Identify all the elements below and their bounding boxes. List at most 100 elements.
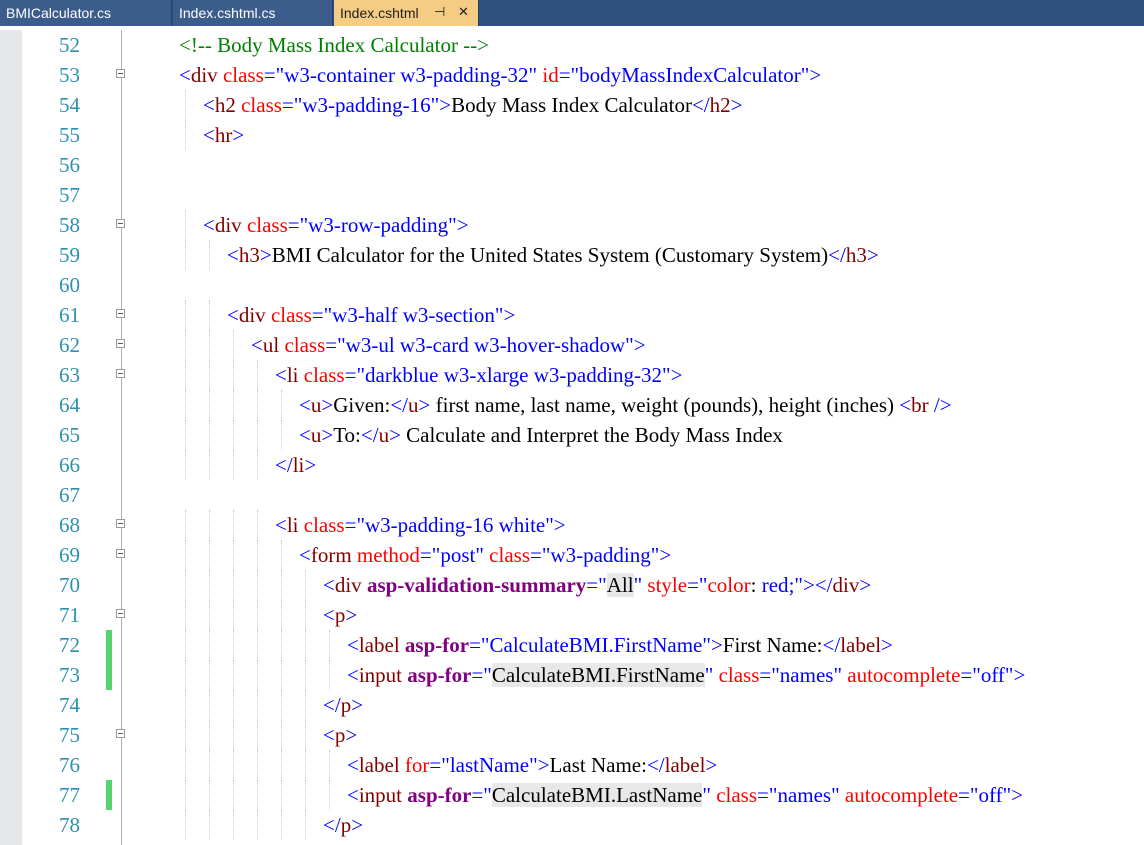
code-token: > <box>439 93 452 117</box>
code-token: < <box>323 723 335 747</box>
code-text: <form method="post" class="w3-padding"> <box>299 540 671 570</box>
code-token: First Name: <box>722 633 823 657</box>
code-line[interactable]: 76 <label for="lastName">Last Name:</labe… <box>0 750 1144 780</box>
collapse-icon[interactable] <box>116 369 125 378</box>
tab-bmicalculator-cs[interactable]: BMICalculator.cs <box>0 0 172 26</box>
code-line[interactable]: 58 <div class="w3-row-padding"> <box>0 210 1144 240</box>
line-number: 68 <box>59 513 80 537</box>
code-line[interactable]: 56 <box>0 150 1144 180</box>
code-token: = <box>281 93 294 117</box>
indent-guide <box>185 390 186 420</box>
code-line[interactable]: 74 </p> <box>0 690 1144 720</box>
code-token: > <box>633 333 646 357</box>
line-number: 71 <box>59 603 80 627</box>
code-token: < <box>203 123 215 147</box>
code-line[interactable]: 65 <u>To:</u> Calculate and Interpret the… <box>0 420 1144 450</box>
code-line[interactable]: 54 <h2 class="w3-padding-16">Body Mass In… <box>0 90 1144 120</box>
code-line[interactable]: 55 <hr> <box>0 120 1144 150</box>
code-token: "post" <box>431 543 484 567</box>
code-line[interactable]: 62 <ul class="w3-ul w3-card w3-hover-shad… <box>0 330 1144 360</box>
code-token: form <box>310 543 352 567</box>
code-line[interactable]: 59 <h3>BMI Calculator for the United Stat… <box>0 240 1144 270</box>
code-token: "w3-padding-16" <box>293 93 440 117</box>
collapse-icon[interactable] <box>116 339 125 348</box>
code-line[interactable]: 53 <div class="w3-container w3-padding-32… <box>0 60 1144 90</box>
code-editor[interactable]: 52 <!-- Body Mass Index Calculator --> 53 <… <box>0 30 1144 845</box>
code-line[interactable]: 57 <box>0 180 1144 210</box>
collapse-icon[interactable] <box>116 309 125 318</box>
close-icon[interactable]: ✕ <box>458 0 469 26</box>
code-token: " <box>633 573 643 597</box>
code-line[interactable]: 71 <p> <box>0 600 1144 630</box>
code-line[interactable]: 70 <div asp-validation-summary="All" styl… <box>0 570 1144 600</box>
collapse-icon[interactable] <box>116 519 125 528</box>
collapse-icon[interactable] <box>116 609 125 618</box>
indent-guide <box>281 660 282 690</box>
collapse-icon[interactable] <box>116 69 125 78</box>
code-line[interactable]: 67 <box>0 480 1144 510</box>
indent-guide <box>257 390 258 420</box>
line-number: 60 <box>59 273 80 297</box>
code-token: asp-validation-summary <box>366 573 587 597</box>
code-token: li <box>286 513 299 537</box>
indent-guide <box>305 600 306 630</box>
line-number: 77 <box>59 783 80 807</box>
code-line[interactable]: 78 </p> <box>0 810 1144 840</box>
code-token: > <box>866 243 879 267</box>
code-line[interactable]: 73 <input asp-for="CalculateBMI.FirstName… <box>0 660 1144 690</box>
code-token: </ <box>323 813 341 837</box>
code-text: <ul class="w3-ul w3-card w3-hover-shadow… <box>251 330 646 360</box>
code-token: " <box>483 783 492 807</box>
code-line[interactable]: 60 <box>0 270 1144 300</box>
code-token: > <box>321 393 334 417</box>
code-token: > <box>670 363 683 387</box>
line-number: 73 <box>59 663 80 687</box>
line-number: 57 <box>59 183 80 207</box>
indent-guide <box>233 600 234 630</box>
code-line[interactable]: 66 </li> <box>0 450 1144 480</box>
line-number: 63 <box>59 363 80 387</box>
collapse-icon[interactable] <box>116 219 125 228</box>
line-number: 69 <box>59 543 80 567</box>
code-token: div <box>190 63 218 87</box>
code-token: u <box>310 393 322 417</box>
line-number: 72 <box>59 633 80 657</box>
code-token: > <box>1011 783 1023 807</box>
collapse-icon[interactable] <box>116 549 125 558</box>
code-token: asp-for <box>407 783 472 807</box>
tab-index-cshtml[interactable]: Index.cshtml ⊣ ✕ <box>334 0 479 26</box>
line-number: 64 <box>59 393 80 417</box>
code-token: To: <box>333 423 361 447</box>
code-token: p <box>334 723 346 747</box>
collapse-icon[interactable] <box>116 729 125 738</box>
tab-index-cshtml-cs[interactable]: Index.cshtml.cs <box>173 0 333 26</box>
code-token: = <box>530 543 542 567</box>
code-line[interactable]: 52 <!-- Body Mass Index Calculator --> <box>0 30 1144 60</box>
indent-guide <box>233 780 234 810</box>
code-token: > <box>553 513 566 537</box>
code-line[interactable]: 63 <li class="darkblue w3-xlarge w3-paddi… <box>0 360 1144 390</box>
code-line[interactable]: 64 <u>Given:</u> first name, last name, w… <box>0 390 1144 420</box>
code-token: < <box>323 603 335 627</box>
line-number: 59 <box>59 243 80 267</box>
indent-guide <box>209 300 210 330</box>
code-token: < <box>179 63 191 87</box>
code-token: class <box>241 93 282 117</box>
indent-guide <box>233 360 234 390</box>
code-token: method <box>356 543 420 567</box>
code-token: < <box>323 573 335 597</box>
code-token: </ <box>822 633 841 657</box>
code-line[interactable]: 77 <input asp-for="CalculateBMI.LastName"… <box>0 780 1144 810</box>
code-text: </p> <box>323 810 363 840</box>
pin-icon[interactable]: ⊣ <box>434 0 445 26</box>
code-line[interactable]: 61 <div class="w3-half w3-section"> <box>0 300 1144 330</box>
line-number: 54 <box>59 93 80 117</box>
code-line[interactable]: 69 <form method="post" class="w3-padding"… <box>0 540 1144 570</box>
indent-guide <box>305 810 306 840</box>
code-line[interactable]: 75 <p> <box>0 720 1144 750</box>
indent-guide <box>185 720 186 750</box>
line-number: 78 <box>59 813 80 837</box>
code-line[interactable]: 72 <label asp-for="CalculateBMI.FirstName… <box>0 630 1144 660</box>
code-line[interactable]: 68 <li class="w3-padding-16 white"> <box>0 510 1144 540</box>
code-token: < <box>347 633 359 657</box>
